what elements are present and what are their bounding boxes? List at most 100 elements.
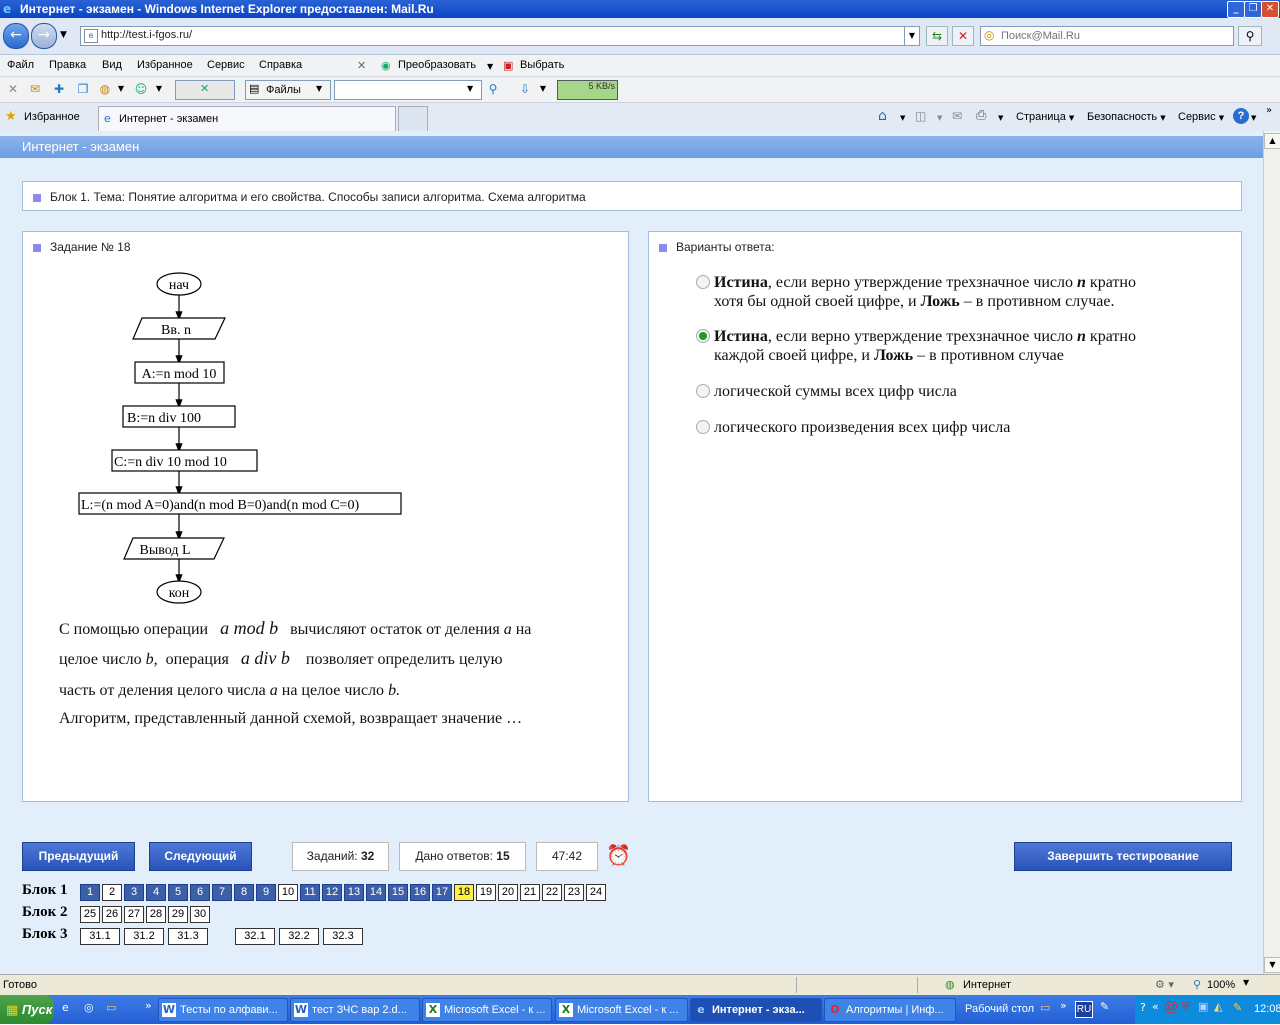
answer-option-1[interactable]: Истина, если верно утверждение трехзначн… xyxy=(696,273,1224,311)
favorites-star-icon[interactable]: ★ xyxy=(5,109,17,124)
close-bar-icon[interactable]: ✕ xyxy=(6,82,20,96)
toolbar-search-input[interactable]: ▼ xyxy=(334,80,482,100)
desktop-more-icon[interactable]: » xyxy=(1060,999,1067,1012)
question-number-23[interactable]: 23 xyxy=(564,884,584,901)
pen-icon[interactable]: ✎ xyxy=(1100,1000,1109,1013)
question-number-13[interactable]: 13 xyxy=(344,884,364,901)
mail-agent-icon[interactable]: @ xyxy=(1164,999,1178,1015)
stop-icon[interactable]: ✕ xyxy=(952,26,974,46)
taskbar-item-excel-1[interactable]: X Microsoft Excel - к ... xyxy=(422,998,552,1022)
feeds-icon[interactable]: ◫ xyxy=(915,109,926,123)
question-number-31-2[interactable]: 31.2 xyxy=(124,928,164,945)
answer-radio-4[interactable] xyxy=(696,420,710,434)
question-number-6[interactable]: 6 xyxy=(190,884,210,901)
question-number-9[interactable]: 9 xyxy=(256,884,276,901)
question-number-1[interactable]: 1 xyxy=(80,884,100,901)
address-dropdown-icon[interactable]: ▼ xyxy=(904,27,919,45)
question-number-20[interactable]: 20 xyxy=(498,884,518,901)
plus-icon[interactable]: ✚ xyxy=(52,82,66,96)
question-number-19[interactable]: 19 xyxy=(476,884,496,901)
antivirus-icon[interactable]: ⛨ xyxy=(1182,1000,1190,1014)
question-number-15[interactable]: 15 xyxy=(388,884,408,901)
files-select[interactable]: ▤ Файлы ▼ xyxy=(245,80,331,100)
forward-button[interactable]: → xyxy=(31,23,57,49)
quicklaunch-folder-icon[interactable]: ▭ xyxy=(106,1001,116,1014)
question-number-31-1[interactable]: 31.1 xyxy=(80,928,120,945)
previous-button[interactable]: Предыдущий xyxy=(22,842,135,871)
help-icon[interactable]: ? xyxy=(1233,108,1249,124)
history-dropdown-icon[interactable]: ▼ xyxy=(60,30,67,40)
network-icon[interactable]: ▣ xyxy=(1198,1000,1208,1013)
windows-icon[interactable]: ❐ xyxy=(76,82,90,96)
search-icon[interactable]: ⚲ xyxy=(1238,26,1262,46)
vertical-scrollbar[interactable]: ▲ ▼ xyxy=(1263,131,1280,974)
question-number-17[interactable]: 17 xyxy=(432,884,452,901)
globe-icon[interactable]: ◍ xyxy=(98,82,112,96)
taskbar-item-opera[interactable]: O Алгоритмы | Инф... xyxy=(824,998,956,1022)
question-number-24[interactable]: 24 xyxy=(586,884,606,901)
answer-option-3[interactable]: логической суммы всех цифр числа xyxy=(696,382,1224,401)
question-number-2[interactable]: 2 xyxy=(102,884,122,901)
search-box[interactable]: ◎ xyxy=(980,26,1234,46)
convert-button[interactable]: Преобразовать xyxy=(398,59,476,71)
print-icon[interactable]: ⎙ xyxy=(976,108,986,123)
menu-edit[interactable]: Правка xyxy=(49,59,86,71)
answer-option-4[interactable]: логического произведения всех цифр числа xyxy=(696,418,1224,437)
quicklaunch-browser-icon[interactable]: ◎ xyxy=(84,1001,94,1014)
tab-active[interactable]: e Интернет - экзамен xyxy=(98,106,396,131)
taskbar-item-word-1[interactable]: W Тесты по алфави... xyxy=(158,998,288,1022)
menu-help[interactable]: Справка xyxy=(259,59,302,71)
favorites-button[interactable]: Избранное xyxy=(24,111,80,123)
chevron-icon[interactable]: » xyxy=(1266,105,1272,116)
question-number-32-2[interactable]: 32.2 xyxy=(279,928,319,945)
question-number-21[interactable]: 21 xyxy=(520,884,540,901)
answer-radio-1[interactable] xyxy=(696,275,710,289)
finish-test-button[interactable]: Завершить тестирование xyxy=(1014,842,1232,871)
taskbar-item-word-2[interactable]: Wтест ЗЧС вар 2.d... xyxy=(290,998,420,1022)
question-number-29[interactable]: 29 xyxy=(168,906,188,923)
question-number-31-3[interactable]: 31.3 xyxy=(168,928,208,945)
question-number-26[interactable]: 26 xyxy=(102,906,122,923)
question-number-3[interactable]: 3 xyxy=(124,884,144,901)
scroll-down-icon[interactable]: ▼ xyxy=(1264,957,1280,973)
answer-radio-3[interactable] xyxy=(696,384,710,398)
tool-box[interactable]: ✕ xyxy=(175,80,235,100)
maximize-button[interactable]: ❐ xyxy=(1244,1,1262,18)
question-number-16[interactable]: 16 xyxy=(410,884,430,901)
feeds-dropdown-icon[interactable]: ▼ xyxy=(937,114,942,122)
question-number-28[interactable]: 28 xyxy=(146,906,166,923)
menu-view[interactable]: Вид xyxy=(102,59,122,71)
download-dropdown-icon[interactable]: ▼ xyxy=(536,82,550,96)
question-number-18[interactable]: 18 xyxy=(454,884,474,901)
tray-help-icon[interactable]: ? xyxy=(1140,1001,1146,1014)
volume-icon[interactable]: ◭ xyxy=(1214,1000,1222,1013)
scroll-up-icon[interactable]: ▲ xyxy=(1264,133,1280,149)
answer-option-2[interactable]: Истина, если верно утверждение трехзначн… xyxy=(696,327,1224,365)
question-number-32-3[interactable]: 32.3 xyxy=(323,928,363,945)
quicklaunch-more-icon[interactable]: » xyxy=(145,999,152,1012)
help-dropdown-icon[interactable]: ▼ xyxy=(1251,114,1256,122)
agent-icon[interactable]: ☺ xyxy=(134,82,148,96)
download-icon[interactable]: ⇩ xyxy=(518,82,532,96)
question-number-7[interactable]: 7 xyxy=(212,884,232,901)
minimize-button[interactable]: _ xyxy=(1227,1,1245,18)
question-number-12[interactable]: 12 xyxy=(322,884,342,901)
question-number-5[interactable]: 5 xyxy=(168,884,188,901)
question-number-4[interactable]: 4 xyxy=(146,884,166,901)
select-button[interactable]: Выбрать xyxy=(520,59,564,71)
zoom-level[interactable]: 100% xyxy=(1207,979,1235,991)
agent-dropdown-icon[interactable]: ▼ xyxy=(152,82,166,96)
window-title-bar[interactable]: e Интернет - экзамен - Windows Internet … xyxy=(0,0,1280,18)
read-mail-icon[interactable]: ✉ xyxy=(952,109,962,123)
quicklaunch-ie-icon[interactable]: e xyxy=(62,1001,69,1014)
language-indicator[interactable]: RU xyxy=(1075,1001,1093,1018)
globe-dropdown-icon[interactable]: ▼ xyxy=(114,82,128,96)
toolbar-search-icon[interactable]: ⚲ xyxy=(486,82,500,96)
question-number-27[interactable]: 27 xyxy=(124,906,144,923)
refresh-icon[interactable]: ⇆ xyxy=(926,26,948,46)
question-number-8[interactable]: 8 xyxy=(234,884,254,901)
home-dropdown-icon[interactable]: ▼ xyxy=(900,114,905,122)
desktop-toolbar-label[interactable]: Рабочий стол xyxy=(965,1003,1034,1015)
zoom-icon[interactable]: ⚲ xyxy=(1193,978,1201,991)
question-number-11[interactable]: 11 xyxy=(300,884,320,901)
